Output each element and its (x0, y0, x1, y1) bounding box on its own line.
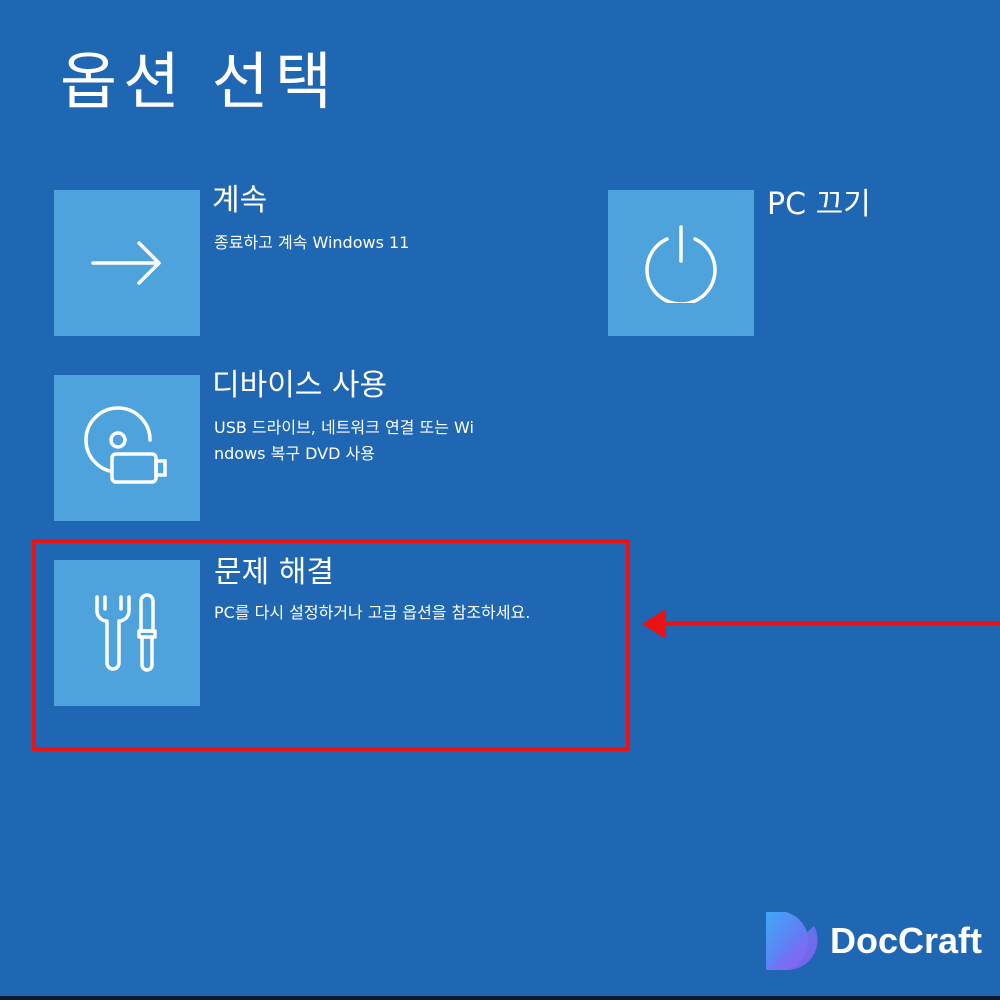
use-device-desc-line-2: ndows 복구 DVD 사용 (214, 444, 375, 463)
continue-desc: 종료하고 계속 Windows 11 (214, 233, 410, 252)
option-continue[interactable]: 계속 종료하고 계속 Windows 11 (54, 184, 474, 336)
continue-title: 계속 (212, 183, 268, 218)
arrow-right-icon (91, 241, 161, 285)
doccraft-logo: DocCraft (764, 910, 982, 972)
disc-usb-icon (84, 406, 167, 484)
option-turn-off-pc[interactable]: PC 끄기 (608, 187, 908, 336)
use-device-tile[interactable] (54, 375, 200, 521)
bottom-strip (0, 996, 1000, 1000)
use-device-desc-line-1: USB 드라이브, 네트워크 연결 또는 Wi (214, 418, 474, 437)
highlight-box (32, 539, 630, 751)
annotation-arrow-head (642, 609, 666, 639)
turn-off-title: PC 끄기 (767, 187, 871, 222)
use-device-title: 디바이스 사용 (212, 368, 388, 403)
doccraft-logo-icon (766, 912, 818, 971)
continue-tile[interactable] (54, 190, 200, 336)
annotation-arrow-line (664, 621, 1000, 626)
turn-off-tile[interactable] (608, 190, 754, 336)
option-use-device[interactable]: 디바이스 사용 USB 드라이브, 네트워크 연결 또는 Wi ndows 복구… (54, 369, 514, 521)
power-icon (645, 225, 717, 303)
page-title: 옵션 선택 (60, 45, 338, 118)
doccraft-logo-text: DocCraft (830, 920, 983, 961)
